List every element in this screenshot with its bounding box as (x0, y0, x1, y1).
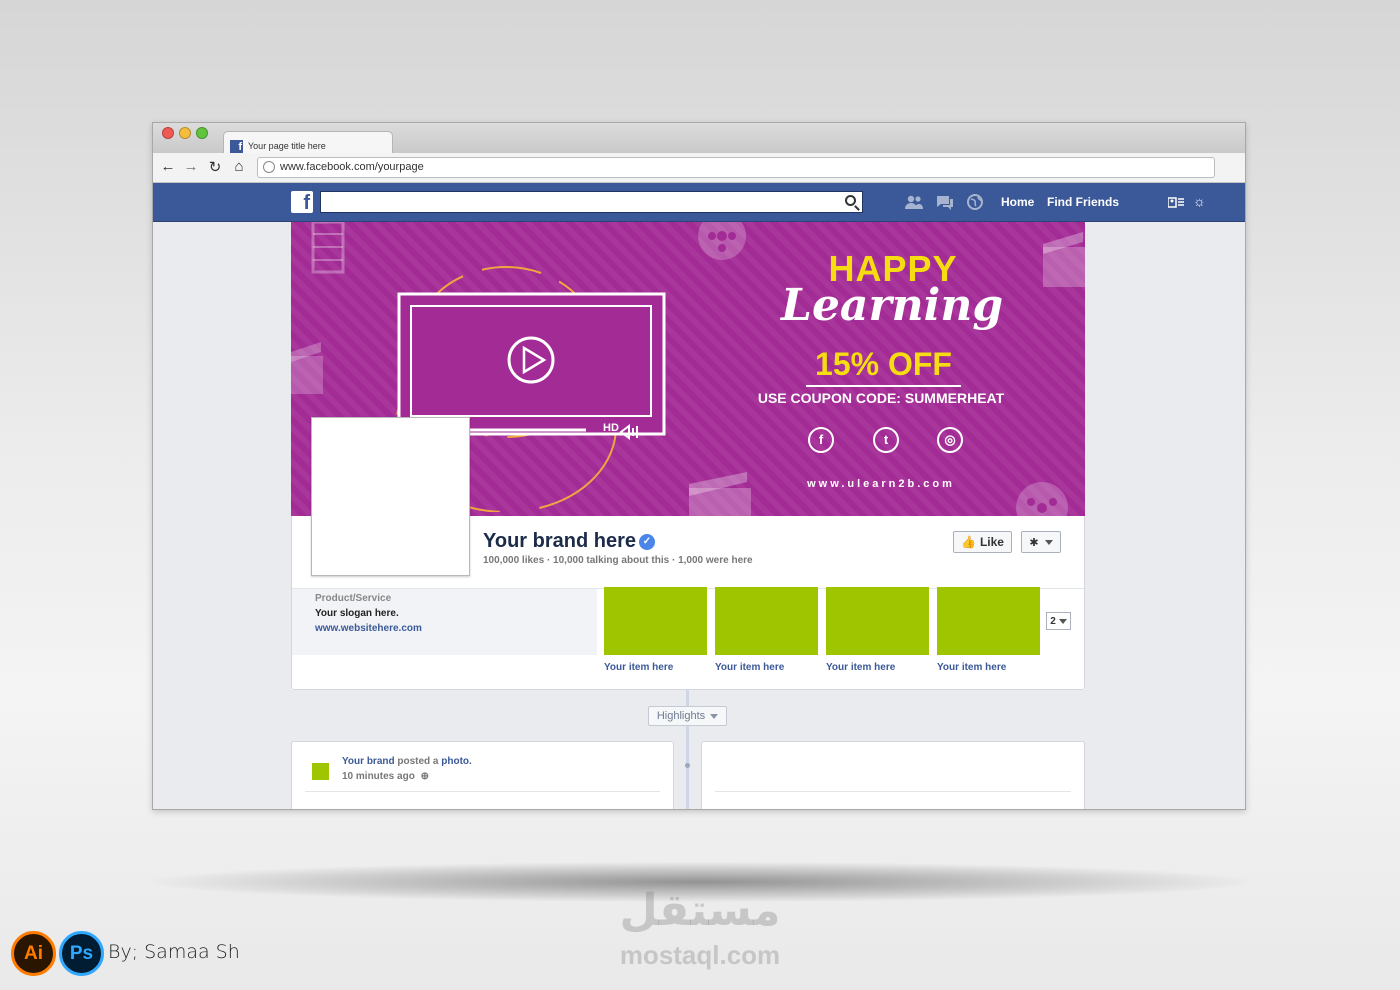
url-text: www.facebook.com/yourpage (280, 161, 424, 173)
film-reel-icon (698, 222, 746, 260)
chevron-down-icon (710, 713, 719, 719)
timeline-dot (685, 763, 690, 768)
twitter-icon: t (873, 427, 899, 453)
post-divider (715, 791, 1071, 792)
film-strip-icon (311, 222, 345, 274)
clapperboard-icon (1043, 232, 1085, 287)
clapperboard-bottom-icon (689, 472, 751, 516)
search-icon[interactable] (845, 195, 856, 206)
photoshop-logo: Ps (59, 931, 104, 976)
zoom-window-button[interactable] (196, 127, 208, 139)
watermark-url: mostaql.com (619, 940, 781, 970)
facebook-icon: f (808, 427, 834, 453)
page-header-card-border (291, 516, 1085, 690)
post-action-text: posted a (394, 756, 442, 767)
find-friends-link[interactable]: Find Friends (1047, 195, 1119, 209)
instagram-icon: ◎ (937, 427, 963, 453)
facebook-logo[interactable]: f (291, 191, 313, 214)
author-credit: By; Samaa Sh (108, 941, 240, 963)
tab-title: Your page title here (248, 141, 326, 151)
highlights-dropdown[interactable]: Highlights (648, 706, 727, 726)
reload-icon[interactable]: ↻ (206, 158, 224, 176)
facebook-top-bar: f Home Find Friends ☼ (153, 183, 1245, 222)
audience-globe-icon: ⊕ (420, 771, 429, 782)
browser-tab[interactable]: f Your page title here (223, 131, 393, 155)
watermark-arabic: مستقل (619, 885, 781, 936)
post-divider (305, 791, 660, 792)
promo-headline-learning: Learning (781, 280, 1004, 331)
browser-toolbar: ← → ↻ ⌂ www.facebook.com/yourpage (153, 153, 1245, 183)
post-avatar[interactable] (312, 763, 329, 780)
promo-coupon-code: USE COUPON CODE: SUMMERHEAT (757, 390, 1005, 406)
notifications-globe-icon[interactable] (966, 194, 984, 210)
post-header: Your brand posted a photo. (342, 756, 472, 767)
post-author-link[interactable]: Your brand (342, 756, 395, 767)
clapperboard-left-icon (291, 342, 323, 394)
timeline-post-empty (701, 741, 1085, 809)
globe-icon (263, 161, 275, 173)
minimize-window-button[interactable] (179, 127, 191, 139)
forward-arrow-icon[interactable]: → (182, 158, 200, 175)
illustrator-logo: Ai (11, 931, 56, 976)
close-window-button[interactable] (162, 127, 174, 139)
film-reel-bottom-icon (1016, 482, 1068, 516)
home-link[interactable]: Home (1001, 195, 1034, 209)
home-icon[interactable]: ⌂ (230, 158, 248, 175)
address-bar[interactable]: www.facebook.com/yourpage (257, 157, 1215, 178)
highlights-label: Highlights (656, 710, 706, 722)
privacy-shortcuts-icon[interactable] (1168, 196, 1184, 208)
browser-window: f Your page title here ← → ↻ ⌂ www.faceb… (152, 122, 1246, 810)
settings-gear-icon[interactable]: ☼ (1193, 193, 1206, 209)
friend-requests-icon[interactable] (905, 194, 923, 210)
facebook-search-input[interactable] (320, 191, 863, 213)
promo-discount: 15% OFF (806, 346, 961, 387)
back-arrow-icon[interactable]: ← (159, 158, 177, 175)
post-photo-link[interactable]: photo. (441, 756, 472, 767)
post-timestamp[interactable]: 10 minutes ago ⊕ (342, 771, 429, 782)
promo-website: www.ulearn2b.com (807, 478, 955, 490)
browser-title-bar: f Your page title here (153, 123, 1245, 155)
messages-icon[interactable] (936, 194, 954, 210)
post-time-text: 10 minutes ago (342, 771, 415, 782)
facebook-favicon-icon: f (230, 139, 243, 153)
player-hd-label: HD (603, 422, 619, 434)
